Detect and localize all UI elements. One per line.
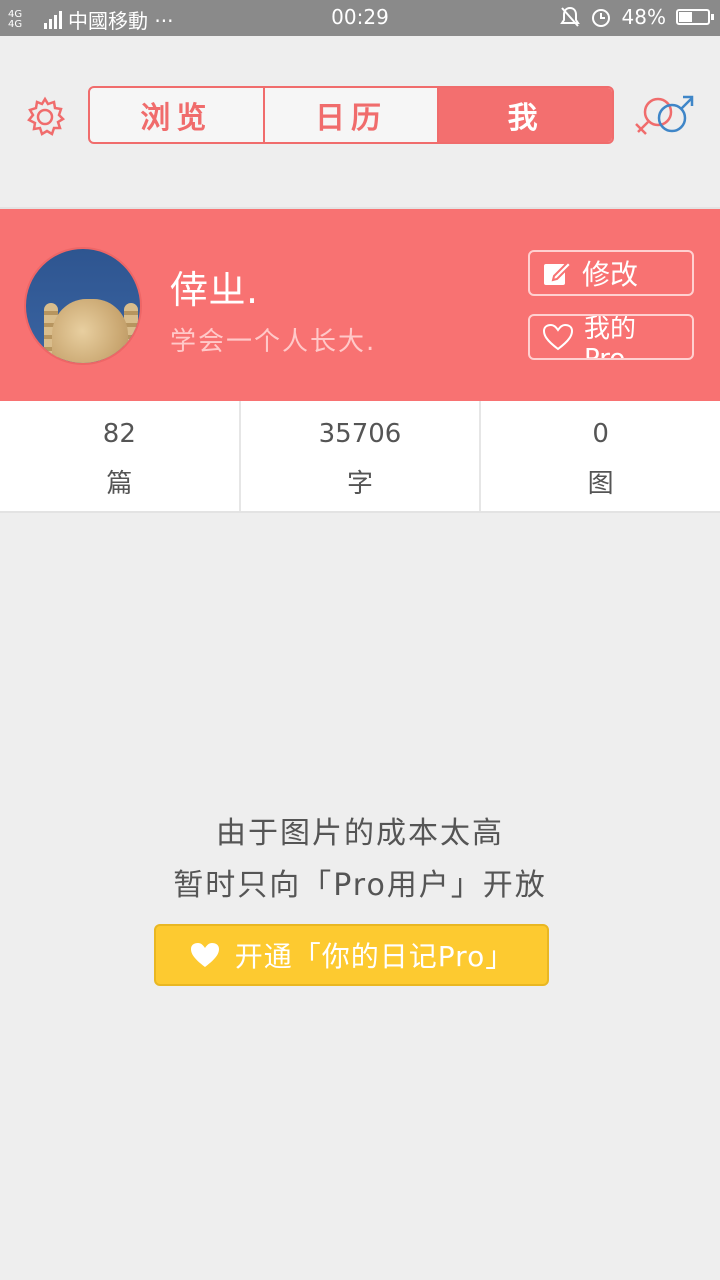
my-pro-label: 我的Pro: [584, 314, 637, 360]
stat-value: 82: [102, 419, 136, 449]
status-right: 48%: [559, 5, 714, 29]
stat-unit: 图: [587, 469, 614, 499]
tab-browse[interactable]: 浏览: [90, 88, 263, 142]
stat-value: 0: [592, 419, 609, 449]
tab-calendar[interactable]: 日历: [262, 88, 438, 142]
main-tabs: 浏览 日历 我: [88, 86, 614, 144]
activate-pro-label: 开通「你的日记Pro」: [234, 940, 515, 973]
gender-icon[interactable]: [632, 92, 696, 140]
alarm-icon: [591, 9, 610, 27]
tab-me[interactable]: 我: [437, 88, 612, 142]
stat-unit: 篇: [106, 469, 133, 499]
edit-label: 修改: [582, 258, 639, 291]
stat-images[interactable]: 0 图: [479, 401, 720, 511]
battery-icon: [676, 9, 714, 25]
profile-banner: 倖ㄓ. 学会一个人长大. 修改 我的Pro: [0, 207, 720, 401]
user-motto: 学会一个人长大.: [170, 327, 377, 357]
pro-notice: 由于图片的成本太高 暂时只向「Pro用户」开放: [0, 808, 720, 912]
battery-percent: 48%: [621, 5, 666, 29]
edit-icon: [544, 260, 572, 285]
avatar[interactable]: [24, 247, 142, 365]
activate-pro-button[interactable]: 开通「你的日记Pro」: [154, 924, 549, 986]
status-bar: 4G 4G 中國移動 ··· 00:29 48%: [0, 0, 720, 36]
stat-unit: 字: [347, 469, 374, 499]
notice-line-1: 由于图片的成本太高: [216, 816, 504, 851]
stat-entries[interactable]: 82 篇: [0, 401, 239, 511]
bell-muted-icon: [559, 6, 580, 27]
heart-outline-icon: [542, 323, 574, 351]
heart-icon: [190, 943, 219, 967]
stat-value: 35706: [318, 419, 402, 449]
notice-line-2: 暂时只向「Pro用户」开放: [173, 868, 547, 903]
username: 倖ㄓ.: [170, 268, 259, 312]
stat-words[interactable]: 35706 字: [238, 401, 480, 511]
edit-profile-button[interactable]: 修改: [528, 250, 694, 296]
settings-gear-icon[interactable]: [24, 96, 66, 138]
stats-bar: 82 篇 35706 字 0 图: [0, 401, 720, 513]
my-pro-button[interactable]: 我的Pro: [528, 314, 694, 360]
